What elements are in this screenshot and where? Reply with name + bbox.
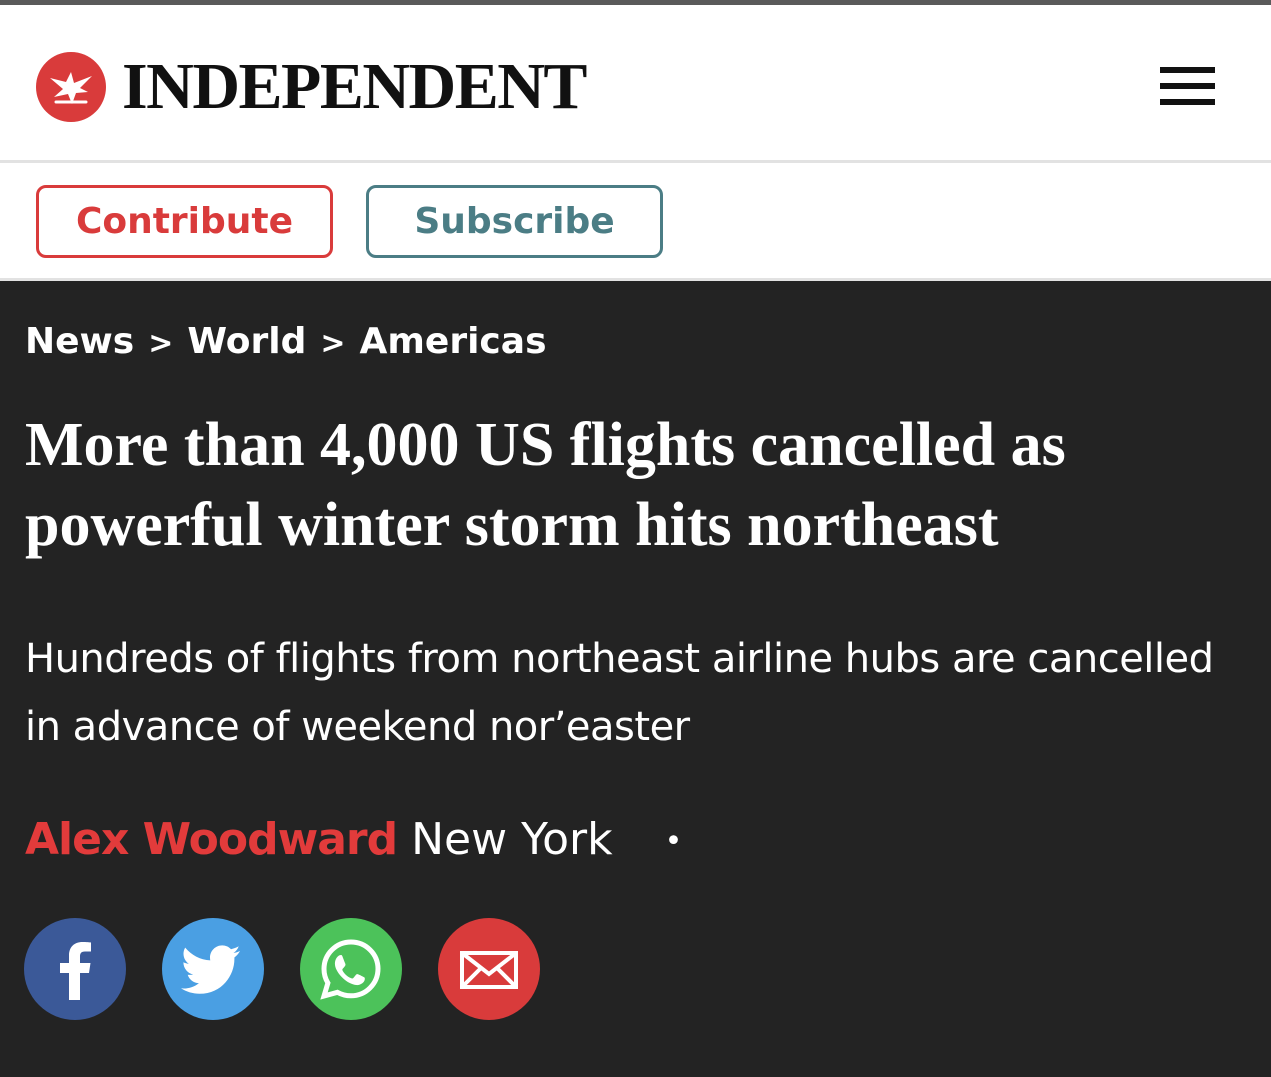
menu-bar bbox=[1160, 99, 1215, 105]
article-standfirst: Hundreds of flights from northeast airli… bbox=[25, 636, 1214, 750]
site-header: INDEPENDENT bbox=[0, 5, 1271, 163]
menu-bar bbox=[1160, 67, 1215, 73]
contribute-button[interactable]: Contribute bbox=[36, 185, 333, 258]
facebook-icon bbox=[60, 942, 91, 1000]
whatsapp-share-button[interactable] bbox=[300, 918, 402, 1020]
breadcrumb-separator: > bbox=[320, 326, 346, 361]
menu-bar bbox=[1160, 83, 1215, 89]
site-logo-wordmark[interactable]: INDEPENDENT bbox=[122, 51, 587, 123]
breadcrumb-separator: > bbox=[148, 326, 174, 361]
breadcrumb: News > World > Americas bbox=[25, 318, 547, 368]
subscribe-button[interactable]: Subscribe bbox=[366, 185, 663, 258]
article-headline: More than 4,000 US flights cancelled as … bbox=[25, 411, 1066, 559]
email-share-button[interactable] bbox=[438, 918, 540, 1020]
facebook-share-button[interactable] bbox=[24, 918, 126, 1020]
email-icon bbox=[460, 951, 518, 989]
whatsapp-icon bbox=[320, 939, 381, 1000]
author-link[interactable]: Alex Woodward bbox=[25, 814, 398, 865]
twitter-share-button[interactable] bbox=[162, 918, 264, 1020]
eagle-icon[interactable] bbox=[36, 52, 106, 122]
byline: Alex Woodward New York • bbox=[25, 810, 682, 872]
dateline-location: New York bbox=[411, 814, 613, 865]
byline-separator: • bbox=[664, 824, 683, 859]
hamburger-menu-icon[interactable] bbox=[1160, 67, 1215, 105]
twitter-icon bbox=[181, 945, 240, 994]
breadcrumb-world[interactable]: World bbox=[187, 321, 306, 362]
support-bar: Contribute Subscribe bbox=[0, 163, 1271, 281]
breadcrumb-americas[interactable]: Americas bbox=[360, 321, 547, 362]
breadcrumb-news[interactable]: News bbox=[25, 321, 134, 362]
